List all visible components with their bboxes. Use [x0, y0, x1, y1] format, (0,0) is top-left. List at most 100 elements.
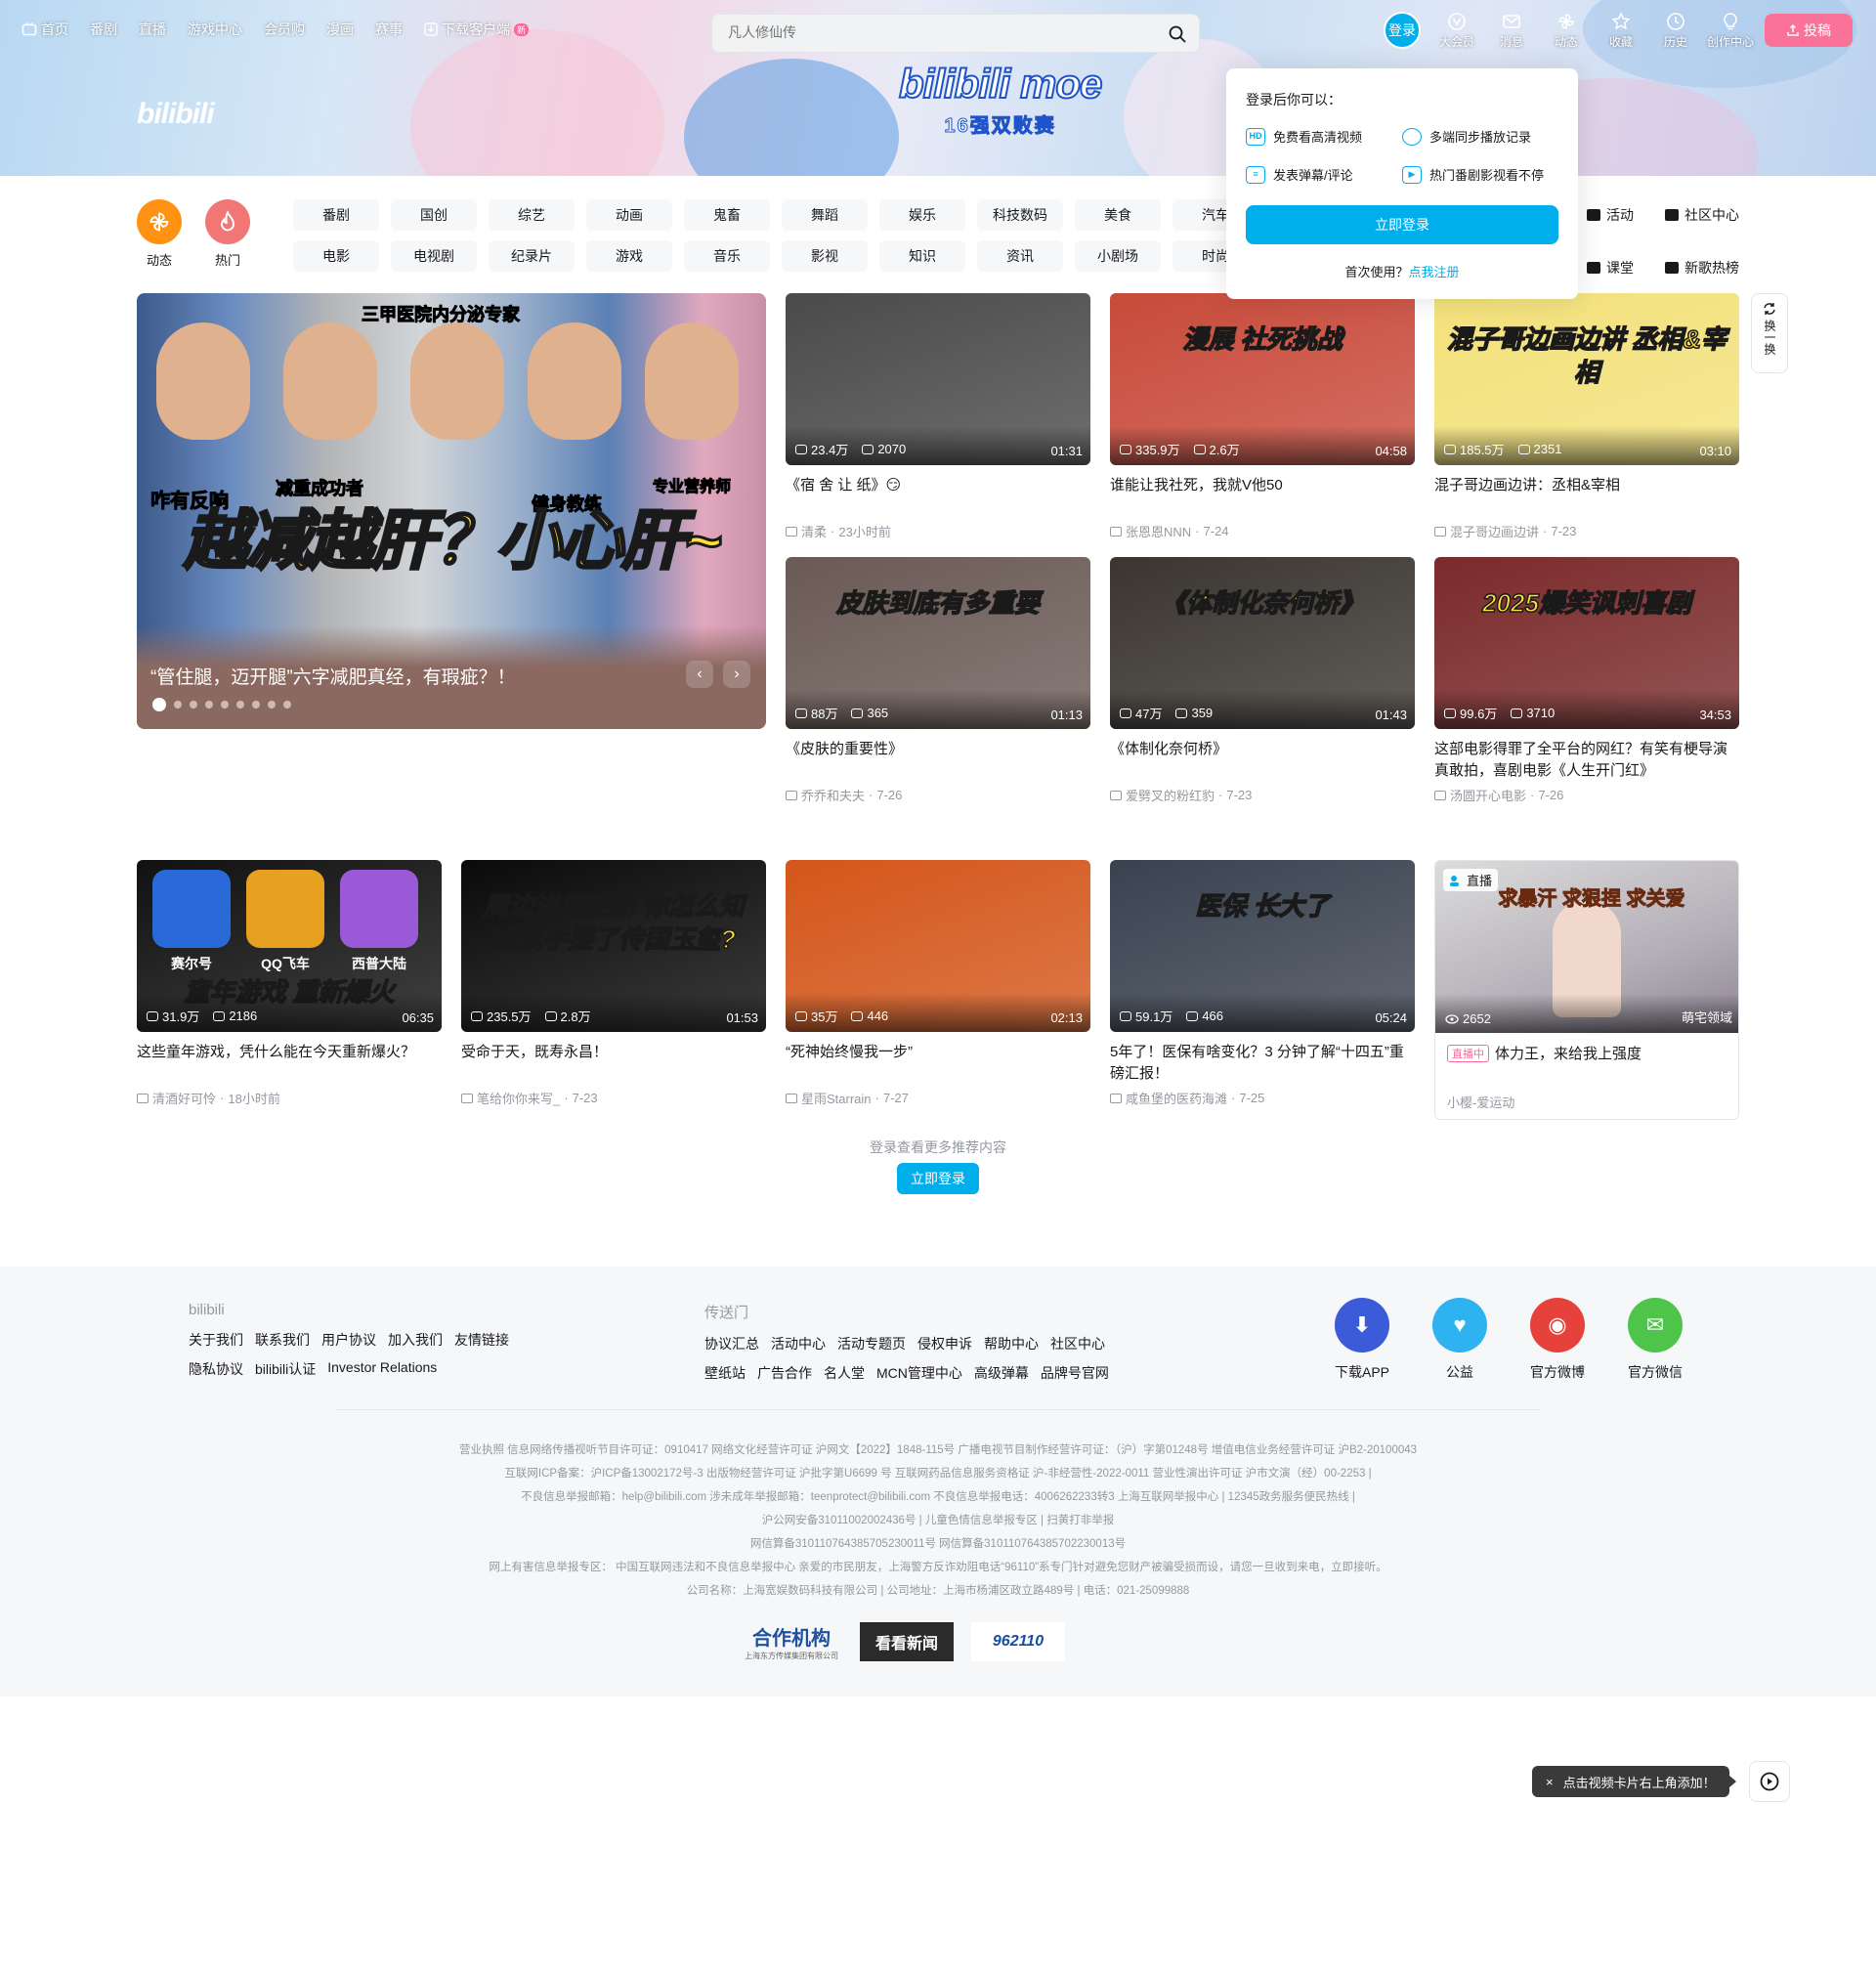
license-line[interactable]: 沪公网安备31011002002436号 | 儿童色情信息举报专区 | 扫黄打非…	[0, 1509, 1876, 1532]
video-card[interactable]: 《体制化奈何桥》 47万 359 01:43 《体制化奈何桥》 爱劈叉的粉红豹 · 7-23	[1110, 557, 1415, 804]
video-thumbnail[interactable]: 2025爆笑讽刺喜剧 99.6万 3710 34:53	[1434, 557, 1739, 729]
video-thumbnail[interactable]: 23.4万 2070 01:31	[786, 293, 1090, 465]
nav-creator-center[interactable]: 创作中心	[1707, 12, 1754, 50]
carousel-dot[interactable]	[236, 701, 244, 708]
download-app[interactable]: ⬇ 下载APP	[1335, 1298, 1389, 1382]
video-thumbnail[interactable]: 周边进度更新 你怎么知道我手搓了传国玉玺? 235.5万 2.8万 01:53	[461, 860, 766, 1032]
channel-community[interactable]: 社区中心	[1665, 199, 1763, 231]
carousel-dot[interactable]	[174, 701, 182, 708]
video-card[interactable]: 35万 446 02:13 “死神始终慢我一步” 星雨Starrain · 7-27	[786, 860, 1090, 1107]
channel-item[interactable]: 小剧场	[1075, 240, 1161, 272]
moe-event-logo[interactable]: bilibili moe 16强双败赛	[898, 62, 1103, 138]
license-line[interactable]: 网信算备310110764385705230011号 网信算备310110764…	[0, 1532, 1876, 1556]
video-meta[interactable]: 星雨Starrain · 7-27	[786, 1089, 1090, 1107]
nav-vip[interactable]: 大会员	[1438, 12, 1475, 50]
video-meta[interactable]: 笔给你你来写_ · 7-23	[461, 1089, 766, 1107]
video-card[interactable]: 混子哥边画边讲 丞相&宰相 185.5万 2351 03:10 混子哥边画边讲：丞相&宰…	[1434, 293, 1739, 540]
nav-messages[interactable]: 消息	[1493, 12, 1530, 50]
next-arrow-icon[interactable]: ›	[723, 661, 750, 688]
swap-button[interactable]: 换一换	[1751, 293, 1788, 373]
official-weibo[interactable]: ◉ 官方微博	[1530, 1298, 1585, 1382]
footer-link[interactable]: 活动专题页	[837, 1334, 906, 1353]
carousel-dot[interactable]	[190, 701, 197, 708]
channel-item[interactable]: 科技数码	[977, 199, 1063, 231]
video-card[interactable]: 23.4万 2070 01:31 《宿 舍 让 纸》😏 清柔 · 23小时前	[786, 293, 1090, 540]
footer-link[interactable]: 活动中心	[771, 1334, 826, 1353]
carousel-dot[interactable]	[268, 701, 276, 708]
channel-item[interactable]: 动画	[586, 199, 672, 231]
channel-course[interactable]: 课堂	[1587, 252, 1665, 283]
nav-home[interactable]: 首页	[21, 20, 68, 39]
video-thumbnail[interactable]: 童年游戏 重新爆火 赛尔号 QQ飞车 西普大陆 31.9万 2186 06:35	[137, 860, 442, 1032]
license-line[interactable]: 营业执照 信息网络传播视听节目许可证：0910417 网络文化经营许可证 沪网文…	[0, 1438, 1876, 1462]
footer-link[interactable]: 联系我们	[255, 1330, 310, 1350]
video-meta[interactable]: 汤圆开心电影 · 7-26	[1434, 786, 1739, 804]
carousel-dot[interactable]	[252, 701, 260, 708]
nav-dynamics[interactable]: 动态	[1548, 12, 1585, 50]
channel-item[interactable]: 美食	[1075, 199, 1161, 231]
channel-item[interactable]: 电视剧	[391, 240, 477, 272]
nav-manga[interactable]: 漫画	[326, 20, 354, 39]
video-meta[interactable]: 爱劈叉的粉红豹 · 7-23	[1110, 786, 1415, 804]
close-icon[interactable]: ×	[1546, 1775, 1554, 1789]
bilibili-logo[interactable]: bilibili	[137, 98, 215, 131]
license-line[interactable]: 网上有害信息举报专区： 中国互联网违法和不良信息举报中心 亲爱的市民朋友，上海警…	[0, 1556, 1876, 1579]
footer-link[interactable]: 品牌号官网	[1041, 1363, 1109, 1383]
channel-item[interactable]: 鬼畜	[684, 199, 770, 231]
nav-live[interactable]: 直播	[139, 20, 166, 39]
login-avatar-button[interactable]: 登录	[1384, 12, 1421, 49]
nav-favorites[interactable]: 收藏	[1602, 12, 1640, 50]
video-title[interactable]: 《皮肤的重要性》	[786, 739, 1090, 782]
channel-item[interactable]: 纪录片	[489, 240, 575, 272]
video-thumbnail[interactable]: 混子哥边画边讲 丞相&宰相 185.5万 2351 03:10	[1434, 293, 1739, 465]
video-title[interactable]: “死神始终慢我一步”	[786, 1042, 1090, 1085]
live-card[interactable]: 求暴汗 求狠捏 求关爱 直播 2652 萌宅领域 直播中 体力王，来给我上强度 小…	[1434, 860, 1739, 1120]
license-line[interactable]: 互联网ICP备案：沪ICP备13002172号-3 出版物经营许可证 沪批字第U…	[0, 1462, 1876, 1485]
login-more-button[interactable]: 立即登录	[897, 1163, 979, 1194]
video-thumbnail[interactable]: 皮肤到底有多重要 88万 365 01:13	[786, 557, 1090, 729]
nav-history[interactable]: 历史	[1657, 12, 1694, 50]
video-meta[interactable]: 混子哥边画边讲 · 7-23	[1434, 522, 1739, 540]
channel-item[interactable]: 游戏	[586, 240, 672, 272]
channel-item[interactable]: 番剧	[293, 199, 379, 231]
video-thumbnail[interactable]: 医保 长大了 59.1万 466 05:24	[1110, 860, 1415, 1032]
footer-link[interactable]: 名人堂	[824, 1363, 865, 1383]
partner-logo[interactable]: 962110	[971, 1622, 1065, 1661]
watch-later-button[interactable]	[1749, 1761, 1790, 1802]
search-icon[interactable]	[1168, 24, 1187, 44]
video-card[interactable]: 2025爆笑讽刺喜剧 99.6万 3710 34:53 这部电影得罪了全平台的网红？有笑…	[1434, 557, 1739, 804]
footer-link[interactable]: 隐私协议	[189, 1359, 243, 1379]
footer-link[interactable]: 高级弹幕	[974, 1363, 1029, 1383]
footer-link[interactable]: 友情链接	[454, 1330, 509, 1350]
channel-item[interactable]: 电影	[293, 240, 379, 272]
nav-game-center[interactable]: 游戏中心	[188, 20, 242, 39]
video-thumbnail[interactable]: 《体制化奈何桥》 47万 359 01:43	[1110, 557, 1415, 729]
channel-item[interactable]: 国创	[391, 199, 477, 231]
footer-link[interactable]: 加入我们	[388, 1330, 443, 1350]
nav-mall[interactable]: 会员购	[264, 20, 305, 39]
video-title[interactable]: 5年了！医保有啥变化？3 分钟了解“十四五”重磅汇报！	[1110, 1042, 1415, 1085]
channel-hot[interactable]: 热门	[205, 199, 250, 269]
footer-link[interactable]: 壁纸站	[704, 1363, 746, 1383]
footer-link[interactable]: MCN管理中心	[876, 1363, 962, 1383]
channel-activity[interactable]: 活动	[1587, 199, 1665, 231]
video-card[interactable]: 周边进度更新 你怎么知道我手搓了传国玉玺? 235.5万 2.8万 01:53 受命于天…	[461, 860, 766, 1107]
live-thumbnail[interactable]: 求暴汗 求狠捏 求关爱 直播 2652 萌宅领域	[1435, 861, 1738, 1033]
nav-download[interactable]: 下载客户端新	[424, 20, 530, 39]
channel-item[interactable]: 知识	[879, 240, 965, 272]
carousel-dot[interactable]	[221, 701, 229, 708]
nav-match[interactable]: 赛事	[375, 20, 403, 39]
video-title[interactable]: 这部电影得罪了全平台的网红？有笑有梗导演真敢拍，喜剧电影《人生开门红》	[1434, 739, 1739, 782]
video-card[interactable]: 童年游戏 重新爆火 赛尔号 QQ飞车 西普大陆 31.9万 2186 06:35 这些童年游戏…	[137, 860, 442, 1107]
channel-item[interactable]: 舞蹈	[782, 199, 868, 231]
carousel-dot[interactable]	[152, 698, 166, 711]
license-line[interactable]: 公司名称：上海宽娱数码科技有限公司 | 公司地址：上海市杨浦区政立路489号 |…	[0, 1579, 1876, 1603]
video-title[interactable]: 混子哥边画边讲：丞相&宰相	[1434, 475, 1739, 518]
live-title[interactable]: 直播中 体力王，来给我上强度	[1435, 1043, 1738, 1063]
carousel-dot[interactable]	[205, 701, 213, 708]
video-card[interactable]: 皮肤到底有多重要 88万 365 01:13 《皮肤的重要性》 乔乔和夫夫 · 7-26	[786, 557, 1090, 804]
footer-link[interactable]: 侵权申诉	[917, 1334, 972, 1353]
hero-carousel[interactable]: 三甲医院内分泌专家 咋有反响 减重成功者 健身教练 专业营养师 越减越肝？小心肝…	[137, 293, 766, 729]
video-title[interactable]: 受命于天，既寿永昌！	[461, 1042, 766, 1085]
video-meta[interactable]: 张恩恩NNN · 7-24	[1110, 522, 1415, 540]
